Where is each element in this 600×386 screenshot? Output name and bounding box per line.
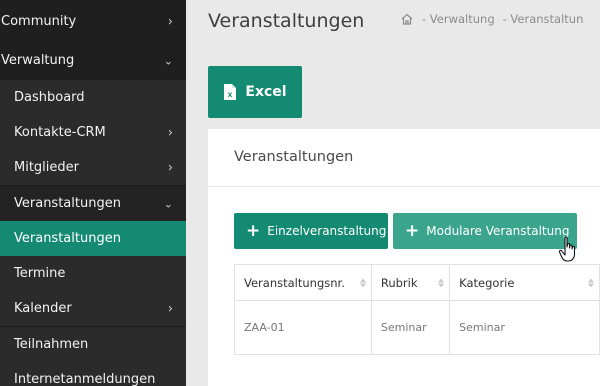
column-header-label: Kategorie bbox=[459, 275, 515, 290]
sidebar-item-termine[interactable]: Termine bbox=[0, 256, 186, 291]
sidebar-item-label: Kontakte-CRM bbox=[14, 125, 106, 140]
button-label: Modulare Veranstaltung bbox=[426, 224, 570, 238]
excel-export-button[interactable]: X Excel bbox=[208, 66, 302, 118]
sidebar-item-label: Dashboard bbox=[14, 90, 85, 105]
column-header-rubrik[interactable]: Rubrik bbox=[370, 264, 451, 301]
breadcrumb-item[interactable]: - Verwaltung bbox=[422, 12, 495, 26]
chevron-right-icon: › bbox=[167, 125, 173, 140]
sidebar: Community › Verwaltung ⌄ Dashboard Konta… bbox=[0, 0, 186, 386]
chevron-right-icon: › bbox=[167, 160, 173, 175]
sort-icon[interactable] bbox=[359, 278, 366, 287]
events-table: Veranstaltungsnr. Rubrik Kategorie ZAA-0 bbox=[234, 264, 600, 355]
hand-cursor-icon bbox=[558, 236, 576, 262]
table-header-row: Veranstaltungsnr. Rubrik Kategorie bbox=[234, 264, 600, 301]
sidebar-item-label: Community bbox=[1, 14, 77, 29]
table-cell: ZAA-01 bbox=[234, 300, 372, 355]
sidebar-item-kalender[interactable]: Kalender › bbox=[0, 291, 186, 326]
sidebar-item-mitglieder[interactable]: Mitglieder › bbox=[0, 150, 186, 185]
column-header-label: Rubrik bbox=[380, 275, 418, 290]
home-icon[interactable] bbox=[400, 12, 414, 26]
chevron-down-icon: ⌄ bbox=[163, 54, 173, 67]
sort-icon[interactable] bbox=[438, 278, 445, 287]
add-modular-event-button[interactable]: + Modulare Veranstaltung bbox=[393, 213, 577, 249]
page-title: Veranstaltungen bbox=[208, 10, 365, 32]
sidebar-item-internetanmeldungen[interactable]: Internetanmeldungen bbox=[0, 362, 186, 386]
chevron-right-icon: › bbox=[167, 14, 173, 29]
table-row[interactable]: ZAA-01 Seminar Seminar bbox=[234, 300, 600, 355]
sidebar-item-kontakte-crm[interactable]: Kontakte-CRM › bbox=[0, 115, 186, 150]
excel-file-icon: X bbox=[224, 84, 237, 100]
sidebar-item-veranstaltungen-group[interactable]: Veranstaltungen ⌄ bbox=[0, 186, 186, 221]
column-header-label: Veranstaltungsnr. bbox=[244, 275, 345, 290]
sidebar-item-veranstaltungen[interactable]: Veranstaltungen bbox=[0, 221, 186, 256]
sort-icon[interactable] bbox=[588, 278, 594, 287]
plus-icon: + bbox=[405, 220, 420, 241]
excel-button-label: Excel bbox=[245, 84, 287, 100]
sidebar-item-label: Termine bbox=[14, 266, 66, 281]
table-cell: Seminar bbox=[449, 300, 600, 355]
chevron-down-icon: ⌄ bbox=[163, 197, 173, 210]
breadcrumb: - Verwaltung - Veranstaltun bbox=[400, 12, 583, 26]
plus-icon: + bbox=[246, 220, 261, 241]
card-title: Veranstaltungen bbox=[234, 149, 354, 165]
svg-text:X: X bbox=[228, 92, 233, 99]
add-single-event-button[interactable]: + Einzelveranstaltung bbox=[234, 213, 388, 249]
sidebar-item-dashboard[interactable]: Dashboard bbox=[0, 80, 186, 115]
sidebar-item-label: Veranstaltungen bbox=[14, 196, 121, 211]
button-label: Einzelveranstaltung bbox=[267, 224, 387, 238]
divider bbox=[208, 186, 600, 187]
column-header-kategorie[interactable]: Kategorie bbox=[449, 264, 600, 301]
main-content: Veranstaltungen - Verwaltung - Veranstal… bbox=[186, 0, 600, 386]
sidebar-item-label: Veranstaltungen bbox=[14, 231, 121, 246]
sidebar-item-label: Internetanmeldungen bbox=[14, 372, 156, 386]
sidebar-item-verwaltung[interactable]: Verwaltung ⌄ bbox=[0, 43, 186, 78]
sidebar-item-teilnahmen[interactable]: Teilnahmen bbox=[0, 327, 186, 362]
chevron-right-icon: › bbox=[167, 301, 173, 316]
breadcrumb-item[interactable]: - Veranstaltun bbox=[503, 12, 584, 26]
sidebar-item-label: Kalender bbox=[14, 301, 72, 316]
column-header-veranstaltungsnr[interactable]: Veranstaltungsnr. bbox=[234, 264, 372, 301]
table-cell: Seminar bbox=[370, 300, 451, 355]
sidebar-item-label: Verwaltung bbox=[1, 53, 75, 68]
sidebar-item-label: Mitglieder bbox=[14, 160, 79, 175]
sidebar-item-community[interactable]: Community › bbox=[0, 4, 186, 39]
events-card: Veranstaltungen + Einzelveranstaltung + … bbox=[208, 129, 600, 386]
sidebar-item-label: Teilnahmen bbox=[14, 337, 89, 352]
